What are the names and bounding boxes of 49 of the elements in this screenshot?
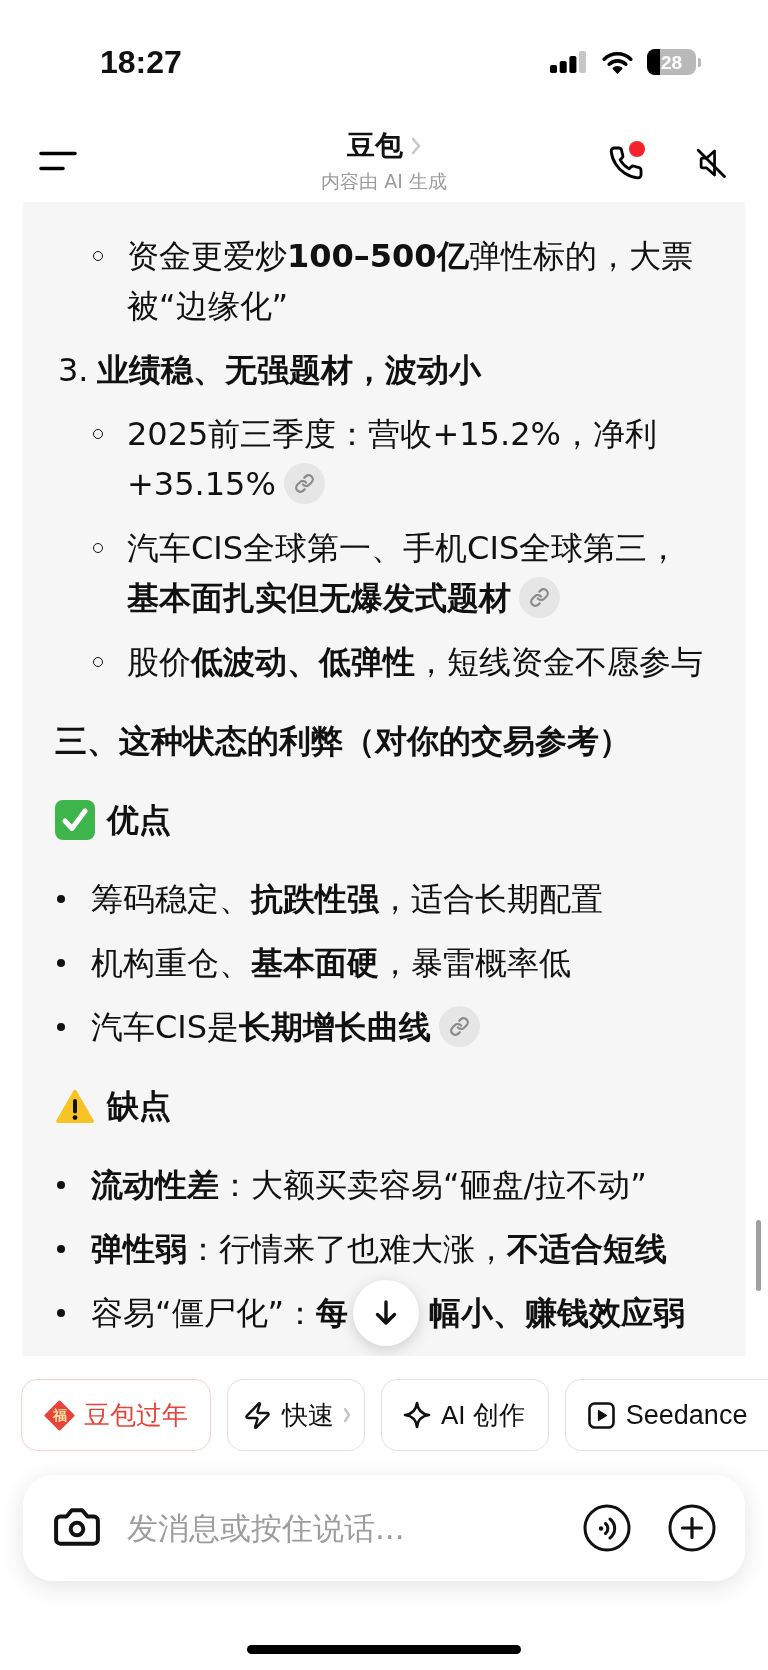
chat-title[interactable]: 豆包: [347, 132, 403, 160]
link-icon[interactable]: [439, 1005, 481, 1047]
list-item-text: 股价低波动、低弹性，短线资金不愿参与: [127, 643, 703, 681]
quick-action-button[interactable]: 福 豆包过年: [21, 1379, 211, 1451]
quick-action-button[interactable]: Seedance: [564, 1379, 768, 1451]
list-item-text: 汽车CIS是长期增长曲线: [91, 1008, 481, 1046]
menu-icon[interactable]: [39, 151, 77, 171]
lightning-icon: [245, 1401, 270, 1429]
list-item-text: 筹码稳定、抗跌性强，适合长期配置: [91, 880, 603, 918]
quick-action-button[interactable]: 快速: [227, 1379, 365, 1451]
voice-wave-icon[interactable]: [583, 1504, 631, 1552]
list-item-text: 容易“僵尸化”：每: [91, 1293, 349, 1334]
scrollbar: [756, 1220, 761, 1291]
warning-icon: [55, 1088, 95, 1124]
link-icon[interactable]: [283, 462, 325, 504]
list-item-text: 流动性差：大额买卖容易“砸盘/拉不动”: [91, 1166, 647, 1204]
bullet-icon: [57, 1181, 65, 1189]
list-item-text: 机构重仓、基本面硬，暴雷概率低: [91, 944, 571, 982]
bullet-icon: [57, 895, 65, 903]
list-item-text: 资金更爱炒100–500亿弹性标的，大票被“边缘化”: [127, 237, 693, 325]
camera-icon[interactable]: [54, 1508, 100, 1548]
bullet-icon: [57, 1023, 65, 1031]
quick-action-button[interactable]: AI 创作: [381, 1379, 549, 1451]
section-heading: 三、这种状态的利弊（对你的交易参考）: [55, 722, 631, 760]
list-item-text: 弹性弱：行情来了也难大涨，不适合短线: [91, 1230, 667, 1268]
check-mark-icon: [55, 800, 95, 840]
list-item-text: 幅小、赚钱效应弱: [429, 1293, 686, 1334]
clock-time: 18:27: [100, 46, 182, 78]
list-number: 3.: [58, 350, 90, 391]
subsection-heading: 缺点: [107, 1086, 171, 1127]
ai-generated-notice: 内容由 AI 生成: [321, 169, 447, 193]
sparkle-icon: [403, 1401, 431, 1429]
bullet-icon: [57, 1309, 65, 1317]
wifi-icon: [601, 50, 634, 74]
add-icon[interactable]: [668, 1504, 716, 1552]
signal-strength-icon: [550, 51, 586, 73]
bullet-icon: [57, 959, 65, 967]
message-input[interactable]: 发消息或按住说话...: [127, 1503, 583, 1553]
phone-icon[interactable]: [608, 145, 644, 181]
list-item-text: 2025前三季度：营收+15.2%，净利+35.15%: [127, 415, 657, 503]
arrow-down-icon: [374, 1299, 399, 1327]
play-icon: [587, 1401, 615, 1429]
battery-indicator: 28: [647, 49, 701, 75]
festive-badge: 福: [44, 1399, 75, 1431]
list-item-heading: 业绩稳、无强题材，波动小: [97, 350, 481, 391]
bullet-icon: [57, 1245, 65, 1253]
scroll-down-button[interactable]: [353, 1280, 420, 1346]
link-icon[interactable]: [519, 576, 560, 618]
subsection-heading: 优点: [107, 800, 171, 841]
